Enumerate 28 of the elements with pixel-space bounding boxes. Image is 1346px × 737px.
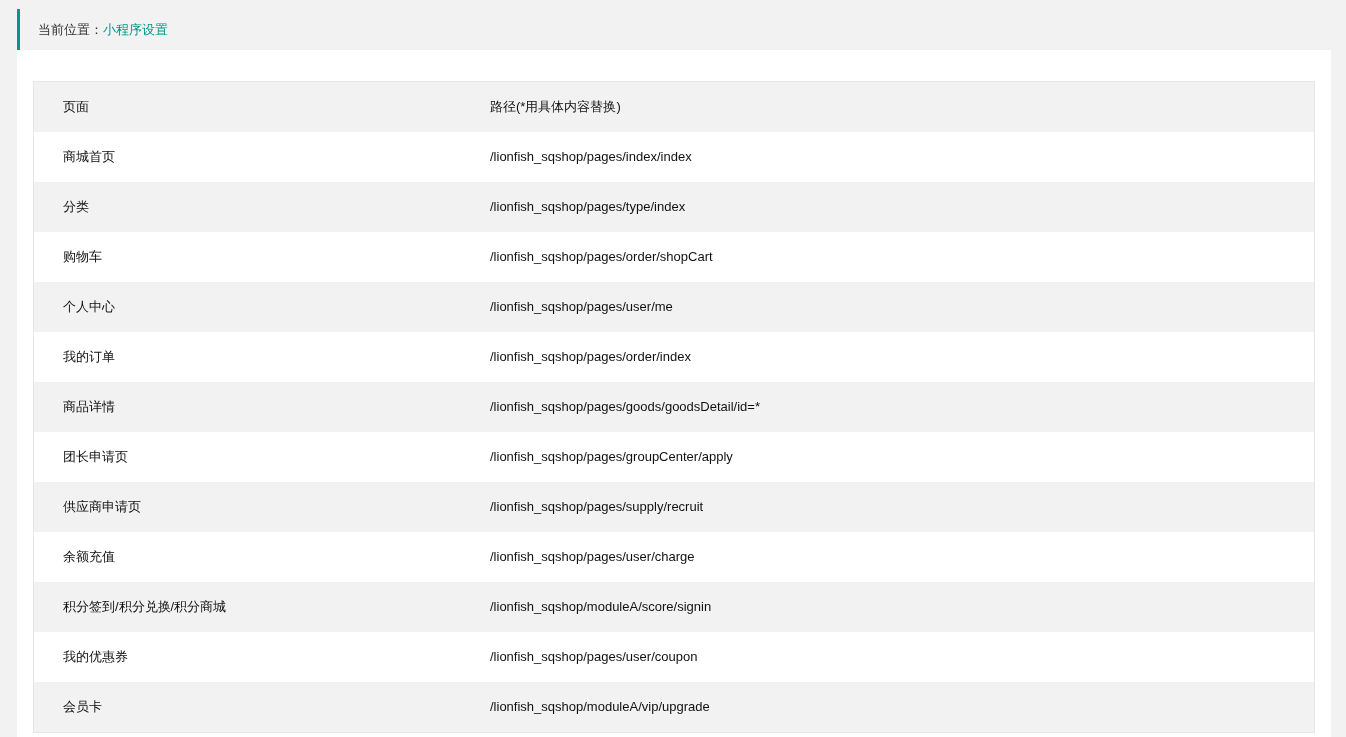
table-cell: 会员卡 <box>63 699 102 715</box>
breadcrumb-link[interactable]: 小程序设置 <box>103 19 168 40</box>
table-cell: 商品详情 <box>63 399 115 415</box>
table-cell: 个人中心 <box>63 299 115 315</box>
table-cell: /lionfish_sqshop/pages/index/index <box>490 149 692 165</box>
column-header: 路径(*用具体内容替换) <box>490 99 621 115</box>
table-cell: /lionfish_sqshop/pages/order/index <box>490 349 691 365</box>
table-cell: /lionfish_sqshop/moduleA/vip/upgrade <box>490 699 710 715</box>
table-cell: 供应商申请页 <box>63 499 141 515</box>
table-cell: 团长申请页 <box>63 449 128 465</box>
table-cell: 积分签到/积分兑换/积分商城 <box>63 599 227 615</box>
table-cell: /lionfish_sqshop/pages/groupCenter/apply <box>490 449 733 465</box>
table-cell: 余额充值 <box>63 549 115 565</box>
table-cell: /lionfish_sqshop/pages/supply/recruit <box>490 499 704 515</box>
table-cell: 商城首页 <box>63 149 115 165</box>
table-cell: /lionfish_sqshop/pages/goods/goodsDetail/id=* <box>490 399 760 415</box>
table-cell: /lionfish_sqshop/moduleA/score/signin <box>490 599 712 615</box>
table-cell: /lionfish_sqshop/pages/order/shopCart <box>490 249 713 265</box>
table-cell: /lionfish_sqshop/pages/type/index <box>490 199 686 215</box>
column-header: 页面 <box>63 99 89 115</box>
table-cell: /lionfish_sqshop/pages/user/me <box>490 299 673 315</box>
table-cell: 分类 <box>63 199 89 215</box>
table-cell: 我的优惠券 <box>63 649 128 665</box>
table-cell: 我的订单 <box>63 349 115 365</box>
table-cell: /lionfish_sqshop/pages/user/coupon <box>490 649 698 665</box>
breadcrumb-label: 当前位置： <box>38 20 103 39</box>
table-cell: 购物车 <box>63 249 102 265</box>
table-cell: /lionfish_sqshop/pages/user/charge <box>490 549 695 565</box>
